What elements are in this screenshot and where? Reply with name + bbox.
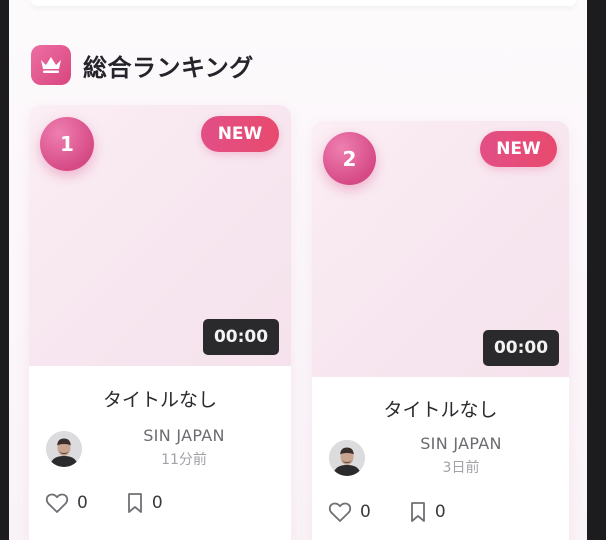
author-info: SIN JAPAN 11分前 (119, 426, 249, 469)
duration-label: 00:00 (483, 330, 559, 366)
rank-badge: 2 (323, 132, 376, 185)
video-title[interactable]: タイトルなし (29, 385, 291, 412)
ranking-panel: 総合ランキング 1 NEW 00:00 タイトルなし SIN JAPAN 11分… (9, 0, 587, 540)
video-thumbnail[interactable]: 2 NEW 00:00 (312, 121, 569, 377)
video-title[interactable]: タイトルなし (312, 395, 569, 422)
bookmark-icon (410, 502, 425, 522)
top-bar (31, 0, 576, 6)
bookmark-icon (127, 493, 142, 513)
new-badge: NEW (201, 116, 279, 152)
bookmark-count: 0 (434, 502, 446, 522)
avatar[interactable] (329, 440, 365, 476)
video-card[interactable]: 1 NEW 00:00 タイトルなし SIN JAPAN 11分前 0 0 (29, 105, 291, 540)
crown-icon (31, 45, 71, 85)
post-time: 11分前 (161, 452, 207, 468)
heart-icon (328, 502, 352, 522)
video-thumbnail[interactable]: 1 NEW 00:00 (29, 105, 291, 366)
heart-icon (45, 493, 69, 513)
author-name[interactable]: SIN JAPAN (119, 426, 249, 445)
rank-badge: 1 (40, 117, 94, 171)
new-badge: NEW (480, 131, 557, 167)
like-button[interactable]: 0 (45, 492, 88, 514)
bookmark-count: 0 (151, 493, 163, 513)
duration-label: 00:00 (203, 319, 279, 355)
author-info: SIN JAPAN 3日前 (396, 434, 526, 477)
bookmark-button[interactable]: 0 (409, 501, 446, 523)
author-name[interactable]: SIN JAPAN (396, 434, 526, 453)
stats-row: 0 0 (45, 492, 163, 514)
section-header: 総合ランキング (31, 45, 254, 85)
stats-row: 0 0 (328, 501, 446, 523)
like-count: 0 (360, 502, 371, 522)
post-time: 3日前 (442, 460, 480, 476)
avatar[interactable] (46, 431, 82, 467)
like-button[interactable]: 0 (328, 501, 371, 523)
video-card[interactable]: 2 NEW 00:00 タイトルなし SIN JAPAN 3日前 0 0 (312, 121, 569, 540)
bookmark-button[interactable]: 0 (126, 492, 163, 514)
like-count: 0 (77, 493, 88, 513)
section-title: 総合ランキング (83, 53, 254, 82)
